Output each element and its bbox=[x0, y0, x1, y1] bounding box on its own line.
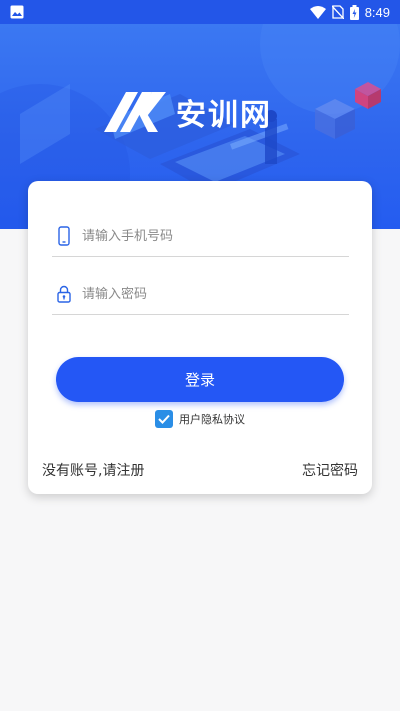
register-link[interactable]: 没有账号,请注册 bbox=[42, 460, 144, 480]
privacy-agreement: 用户隐私协议 bbox=[155, 410, 245, 428]
phone-field bbox=[52, 216, 349, 257]
agreement-checkbox[interactable] bbox=[155, 410, 173, 428]
status-bar: 8:49 bbox=[0, 0, 400, 24]
login-card: 登录 用户隐私协议 没有账号,请注册 忘记密码 bbox=[28, 181, 372, 494]
forgot-password-link[interactable]: 忘记密码 bbox=[302, 460, 358, 480]
brand-name: 安训网 bbox=[176, 98, 272, 133]
status-time: 8:49 bbox=[364, 4, 390, 20]
brand-logo: 安训网 bbox=[104, 90, 272, 134]
wifi-icon bbox=[309, 5, 326, 19]
phone-input[interactable] bbox=[82, 224, 349, 248]
gallery-icon bbox=[10, 5, 24, 19]
lock-icon bbox=[57, 285, 71, 303]
password-field bbox=[52, 274, 349, 315]
checkmark-icon bbox=[158, 414, 170, 424]
password-input[interactable] bbox=[82, 282, 349, 306]
login-button[interactable]: 登录 bbox=[56, 357, 344, 402]
logo-mark-icon bbox=[104, 92, 166, 132]
battery-charging-icon bbox=[349, 4, 359, 20]
no-sim-icon bbox=[331, 5, 344, 19]
privacy-agreement-link[interactable]: 用户隐私协议 bbox=[179, 411, 245, 427]
status-icons: 8:49 bbox=[309, 3, 390, 21]
phone-icon bbox=[58, 226, 70, 246]
